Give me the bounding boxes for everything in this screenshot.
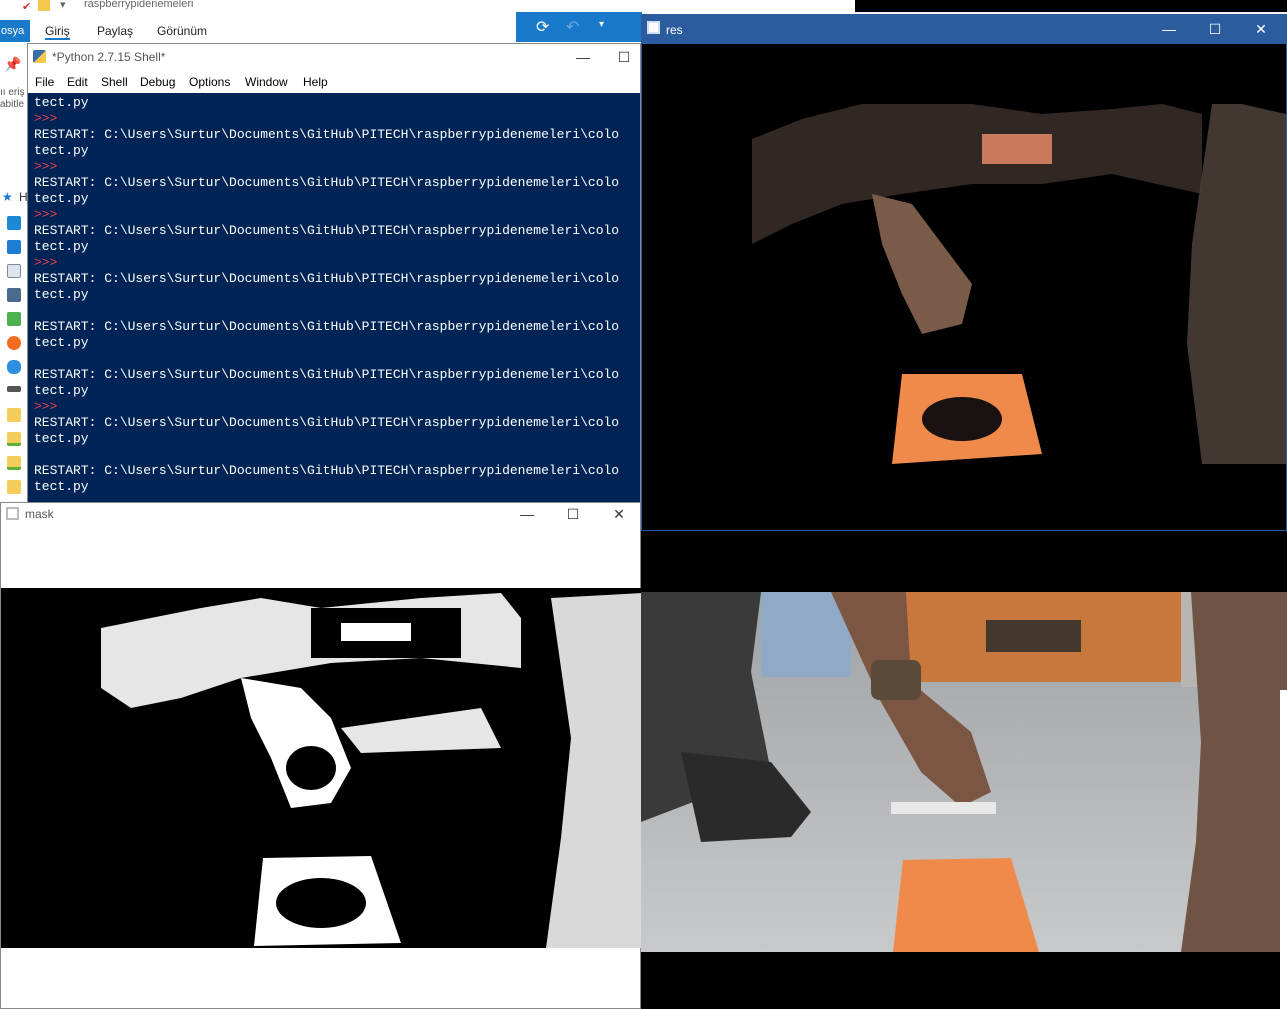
tab-file[interactable]: osya [0, 20, 30, 42]
window-icon [647, 21, 660, 34]
camera-frame-window [641, 531, 1287, 1009]
console-line: tect.py [34, 191, 89, 206]
mask-window: mask — ☐ ✕ [0, 502, 642, 1009]
menu-options[interactable]: Options [189, 75, 230, 89]
res-title: res [666, 23, 683, 37]
menu-file[interactable]: File [35, 75, 54, 89]
background-window-edge [1280, 690, 1287, 1009]
shell-menubar: File Edit Shell Debug Options Window Hel… [28, 71, 640, 93]
tab-share[interactable]: Paylaş [97, 24, 133, 38]
res-image [642, 44, 1286, 530]
disk-icon[interactable] [7, 386, 21, 392]
mask-titlebar: mask — ☐ ✕ [1, 503, 640, 525]
maximize-button[interactable]: ☐ [1192, 15, 1238, 44]
pictures-icon[interactable] [7, 288, 21, 302]
tab-home[interactable]: Giriş [45, 24, 70, 40]
tab-view[interactable]: Görünüm [157, 24, 207, 38]
explorer-title: raspberrypidenemeleri [84, 0, 194, 10]
drive-icon[interactable] [7, 312, 21, 326]
dropdown-arrow-icon[interactable]: ▾ [60, 0, 66, 11]
menu-edit[interactable]: Edit [67, 75, 88, 89]
python-icon [33, 50, 46, 63]
console-line: RESTART: C:\Users\Surtur\Documents\GitHu… [34, 463, 620, 478]
star-icon[interactable]: ★ [2, 190, 13, 204]
console-line: RESTART: C:\Users\Surtur\Documents\GitHu… [34, 127, 620, 142]
mask-title: mask [25, 507, 54, 521]
checked-folder-icon[interactable] [7, 456, 21, 470]
console-line: tect.py [34, 95, 89, 110]
maximize-button[interactable]: ☐ [550, 503, 596, 525]
console-line: tect.py [34, 287, 89, 302]
folder-icon[interactable] [7, 408, 21, 422]
desktop-icon[interactable] [7, 216, 21, 230]
console-line: RESTART: C:\Users\Surtur\Documents\GitHu… [34, 223, 620, 238]
python-shell-window: *Python 2.7.15 Shell* — ☐ File Edit Shel… [27, 43, 641, 503]
console-line: RESTART: C:\Users\Surtur\Documents\GitHu… [34, 175, 620, 190]
quick-access-toolbar: ⟳ ↶ ▾ [516, 12, 642, 42]
explorer-nav-pane: ★ H [0, 140, 28, 502]
console-prompt: >>> [34, 159, 58, 174]
menu-shell[interactable]: Shell [101, 75, 128, 89]
shell-console[interactable]: tect.py >>> RESTART: C:\Users\Surtur\Docu… [28, 93, 640, 502]
shell-titlebar: *Python 2.7.15 Shell* — ☐ [28, 44, 640, 70]
console-prompt: >>> [34, 399, 58, 414]
download-icon[interactable] [7, 240, 21, 254]
explorer-titlebar: ✔ ▾ raspberrypidenemeleri [0, 0, 855, 14]
res-image-view [642, 44, 1286, 530]
console-line: RESTART: C:\Users\Surtur\Documents\GitHu… [34, 415, 620, 430]
customize-dropdown-icon[interactable]: ▾ [599, 19, 604, 30]
mask-image [1, 588, 642, 948]
res-titlebar: res — ☐ ✕ [642, 15, 1286, 44]
photos-icon[interactable] [7, 336, 21, 350]
minimize-button[interactable]: — [504, 503, 550, 525]
console-line: tect.py [34, 143, 89, 158]
console-line: tect.py [34, 335, 89, 350]
console-prompt: >>> [34, 111, 58, 126]
cloud-icon[interactable] [7, 360, 21, 374]
menu-help[interactable]: Help [303, 75, 328, 89]
checked-folder-icon[interactable] [7, 432, 21, 446]
console-prompt: >>> [34, 207, 58, 222]
close-button[interactable]: ✕ [1238, 15, 1284, 44]
background-strip [855, 0, 1287, 12]
console-line: RESTART: C:\Users\Surtur\Documents\GitHu… [34, 367, 620, 382]
sidebar-text-2: abitle [0, 99, 24, 110]
window-icon [6, 507, 19, 520]
menu-window[interactable]: Window [245, 75, 288, 89]
documents-icon[interactable] [7, 264, 21, 278]
console-line: tect.py [34, 383, 89, 398]
refresh-icon[interactable]: ⟳ [536, 17, 549, 37]
maximize-button[interactable]: ☐ [606, 44, 642, 70]
camera-image-view [641, 592, 1287, 952]
console-prompt: >>> [34, 255, 58, 270]
close-button[interactable]: ✕ [596, 503, 642, 525]
console-line: tect.py [34, 479, 89, 494]
menu-debug[interactable]: Debug [140, 75, 175, 89]
pin-icon[interactable]: 📌 [4, 56, 21, 73]
camera-image [641, 592, 1287, 952]
console-line: RESTART: C:\Users\Surtur\Documents\GitHu… [34, 319, 620, 334]
console-line: tect.py [34, 431, 89, 446]
minimize-button[interactable]: — [560, 44, 606, 70]
checkmark-icon: ✔ [22, 1, 32, 13]
undo-icon[interactable]: ↶ [566, 17, 579, 37]
sidebar-text-1: ıı eriş [0, 87, 25, 98]
folder-icon[interactable] [7, 480, 21, 494]
res-window: res — ☐ ✕ [641, 14, 1287, 531]
folder-icon [38, 0, 50, 11]
console-line: tect.py [34, 239, 89, 254]
console-line: RESTART: C:\Users\Surtur\Documents\GitHu… [34, 271, 620, 286]
minimize-button[interactable]: — [1146, 15, 1192, 44]
mask-image-view [1, 588, 642, 948]
shell-title: *Python 2.7.15 Shell* [52, 50, 166, 64]
